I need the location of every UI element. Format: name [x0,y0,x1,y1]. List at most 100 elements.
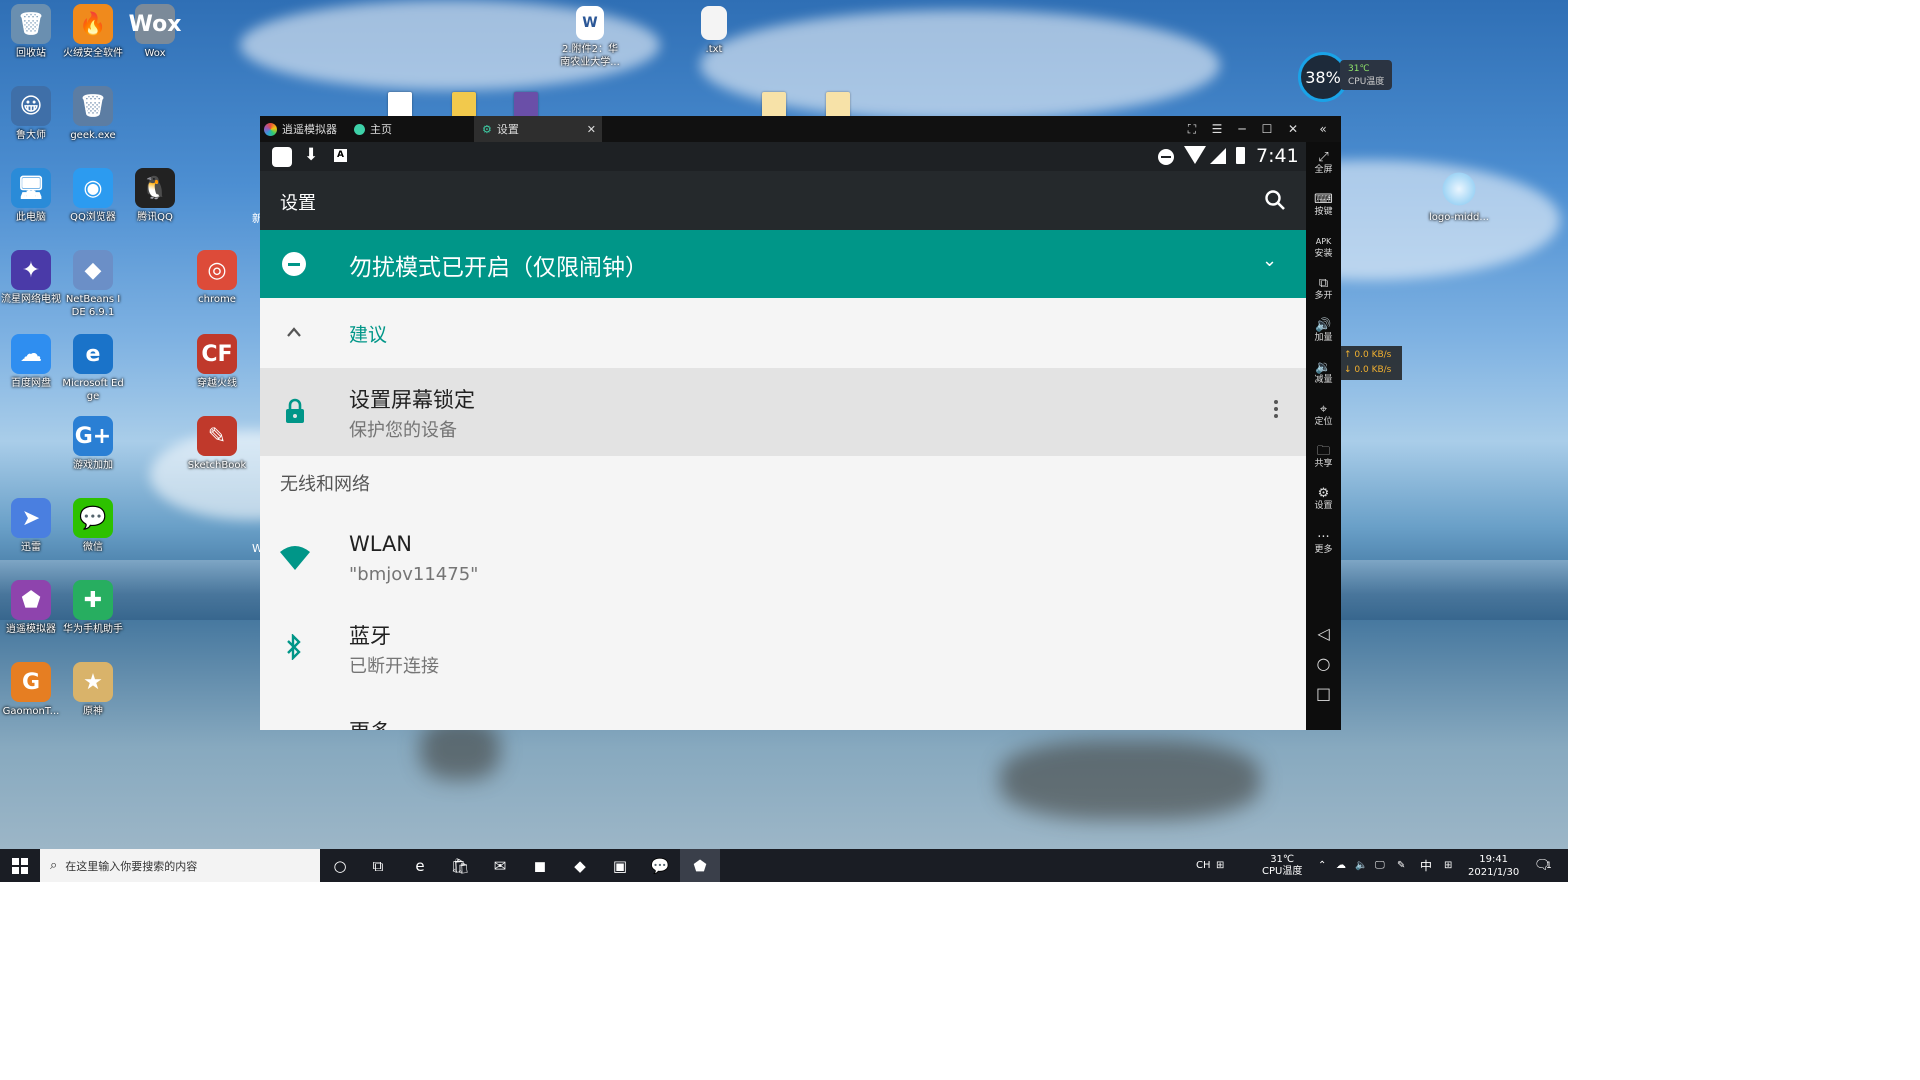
desktop-icon-label: 逍遥模拟器 [6,624,56,635]
settings-item-bluetooth[interactable]: 蓝牙 已断开连接 [260,604,1306,692]
suggestions-header[interactable]: 建议 [260,298,1306,368]
desktop-icon[interactable]: ⬟ 逍遥模拟器 [0,580,62,636]
sidebar-item-8[interactable]: ⚙ 设置 [1306,486,1341,512]
emulator-sidebar: ⤢ 全屏 ⌨ 按键 APK 安装 ⧉ 多开 🔊 加量 🔉 减量 ⌖ 定位 🗀 共享 ⚙ 设置 ··· 更多 ◁ ○ □ [1306,142,1341,730]
sidebar-item-1[interactable]: ⌨ 按键 [1306,192,1341,218]
desktop-icon[interactable]: 💬 微信 [62,498,124,554]
desktop-icon-label: 回收站 [16,48,46,59]
cloud-icon[interactable]: ☁ [1336,849,1346,882]
tab-settings[interactable]: ⚙ 设置 ✕ [474,116,602,142]
desktop-icon[interactable]: CF 穿越火线 [186,334,248,390]
keyboard-grid-icon[interactable]: ⊞ [1216,849,1224,882]
taskbar-cpu-temp[interactable]: 31℃ CPU温度 [1262,849,1302,882]
taskbar-app-9-icon[interactable]: ⬟ [680,849,720,882]
ime-mode-icon[interactable]: ⊞ [1444,849,1452,882]
download-speed: ↓ 0.0 KB/s [1344,365,1392,375]
taskbar-app-0-icon[interactable]: ○ [320,849,360,882]
ime-chinese[interactable]: 中 [1420,849,1432,882]
tab-emulator-home[interactable]: 逍遥模拟器 [264,116,350,142]
suggestion-screen-lock[interactable]: 设置屏幕锁定 保护您的设备 [260,368,1306,456]
taskbar-app-2-icon[interactable]: e [400,849,440,882]
desktop-icon[interactable]: ✚ 华为手机助手 [62,580,124,636]
taskbar-app-6-icon[interactable]: ◆ [560,849,600,882]
desktop-file-label: 2.附件2：华南农业大学... [560,44,620,68]
maximize-button[interactable]: ☐ [1258,120,1276,138]
taskbar-app-1-icon[interactable]: ⧉ [358,849,398,882]
desktop-icon[interactable]: ➤ 迅雷 [0,498,62,554]
wifi-icon [280,546,310,570]
desktop-icon[interactable]: Wox Wox [124,4,186,60]
sidebar-item-9[interactable]: ··· 更多 [1306,530,1341,556]
taskbar-app-8-icon[interactable]: 💬 [640,849,680,882]
network-icon[interactable]: 🖵 [1375,849,1385,882]
ime-indicator[interactable]: CH [1196,849,1211,882]
clock[interactable]: 19:41 2021/1/30 [1468,849,1519,882]
desktop-icon[interactable]: ◆ NetBeans IDE 6.9.1 [62,250,124,319]
desktop-icon[interactable]: 🖥 此电脑 [0,168,62,224]
taskbar-app-7-icon[interactable]: ▣ [600,849,640,882]
desktop-file-word[interactable]: W 2.附件2：华南农业大学... [558,6,622,69]
sidebar-item-4[interactable]: 🔊 加量 [1306,318,1341,344]
desktop-icon[interactable]: ◉ QQ浏览器 [62,168,124,224]
dnd-icon [282,252,306,276]
sidebar-item-5[interactable]: 🔉 减量 [1306,360,1341,386]
desktop-icon[interactable]: G GaomonT... [0,662,62,718]
taskbar-app-4-icon[interactable]: ✉ [480,849,520,882]
app-icon: e [73,334,113,374]
desktop-icon-label: QQ浏览器 [70,212,116,223]
desktop-icon[interactable]: e Microsoft Edge [62,334,124,403]
desktop-icon[interactable]: 🐧 腾讯QQ [124,168,186,224]
desktop-icon[interactable]: ★ 原神 [62,662,124,718]
app-icon: G+ [73,416,113,456]
sidebar-label: 安装 [1314,249,1333,259]
desktop-icon[interactable]: ☁ 百度网盘 [0,334,62,390]
desktop-icon[interactable]: ✦ 流星网络电视 [0,250,62,306]
minimize-button[interactable]: ─ [1233,120,1251,138]
fullscreen-window-icon[interactable]: ⛶ [1183,120,1201,138]
show-hidden-icons-chevron-icon[interactable]: ⌃ [1318,849,1326,882]
desktop-icon[interactable]: 😀 鲁大师 [0,86,62,142]
settings-item-wlan[interactable]: WLAN "bmjov11475" [260,516,1306,604]
app-icon: ✚ [73,580,113,620]
volume-icon[interactable]: 🔈 [1355,849,1367,882]
sidebar-item-3[interactable]: ⧉ 多开 [1306,276,1341,302]
sidebar-label: 按键 [1314,207,1333,217]
sidebar-item-7[interactable]: 🗀 共享 [1306,444,1341,470]
desktop-icon-label: NetBeans IDE 6.9.1 [65,294,121,318]
app-icon: ◉ [73,168,113,208]
close-button[interactable]: ✕ [1284,120,1302,138]
desktop-icon[interactable]: ◎ chrome [186,250,248,306]
sidebar-icon: 🗀 [1316,444,1330,459]
recents-nav-icon[interactable]: □ [1306,686,1341,702]
taskbar-app-5-icon[interactable]: ◼ [520,849,560,882]
tab-home[interactable]: 主页 [354,116,474,142]
android-screen: ⬇ A 7:41 设置 勿扰模式已开启（仅限闹钟） ⌄ 建议 设置屏幕锁定 保护… [260,142,1306,730]
close-tab-icon[interactable]: ✕ [587,123,596,136]
chevron-down-icon[interactable]: ⌄ [1262,250,1277,271]
dnd-banner[interactable]: 勿扰模式已开启（仅限闹钟） ⌄ [260,230,1306,298]
pen-icon[interactable]: ✎ [1397,849,1405,882]
desktop-icon[interactable]: ✎ SketchBook [186,416,248,472]
home-nav-icon[interactable]: ○ [1306,656,1341,672]
cpu-monitor-widget[interactable]: 38% 31℃ CPU温度 [1298,52,1394,102]
collapse-sidebar-icon[interactable]: « [1314,120,1332,138]
sidebar-item-6[interactable]: ⌖ 定位 [1306,402,1341,428]
desktop-icon[interactable]: 🗑 geek.exe [62,86,124,142]
item-title-cut[interactable]: 更多 [349,716,391,730]
word-doc-icon: W [576,6,604,40]
desktop-icon[interactable]: G+ 游戏加加 [62,416,124,472]
desktop-file-txt[interactable]: .txt [684,6,744,56]
sidebar-item-0[interactable]: ⤢ 全屏 [1306,150,1341,176]
menu-icon[interactable]: ☰ [1208,120,1226,138]
desktop-icon[interactable]: 🔥 火绒安全软件 [62,4,124,60]
taskbar-search[interactable]: ⌕ 在这里输入你要搜索的内容 [40,849,320,882]
desktop-icon[interactable]: 🗑 回收站 [0,4,62,60]
desktop-icon-logo-middle[interactable]: logo-midd... [1426,170,1492,224]
start-button[interactable] [0,849,40,882]
search-icon[interactable] [1264,189,1286,211]
bluetooth-icon [287,634,301,660]
sidebar-item-2[interactable]: APK 安装 [1306,234,1341,260]
back-nav-icon[interactable]: ◁ [1306,626,1341,642]
more-vert-icon[interactable] [1274,400,1278,418]
taskbar-app-3-icon[interactable]: 🛍 [440,849,480,882]
